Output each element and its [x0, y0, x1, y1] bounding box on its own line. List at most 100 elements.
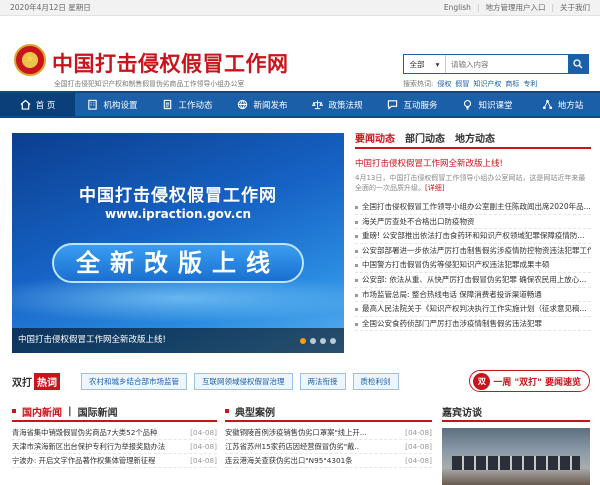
hot-label-2: 热词: [34, 372, 60, 390]
banner-caption[interactable]: 中国打击侵权假冒工作网全新改版上线!: [12, 328, 344, 353]
news-panel: 要闻动态 部门动态 地方动态 中国打击侵权假冒工作网全新改版上线! 4月13日，…: [355, 128, 591, 332]
hot-word[interactable]: 假冒: [455, 79, 469, 89]
weekly-digest-label: 一周 "双打" 要闻速览: [493, 377, 581, 388]
list-item[interactable]: 公安部: 依法从重、从快严厉打击假冒伪劣犯罪 确保农民用上放心...: [355, 273, 591, 288]
scales-icon: [312, 100, 324, 110]
about-us-link[interactable]: 关于我们: [560, 2, 590, 13]
main-nav: 首 页 机构设置 工作动态 新闻发布 政策法规 互动服务 知识课堂 地方站: [0, 91, 600, 118]
list-item[interactable]: 江苏省苏州15家药店因经营假冒伪劣"戴.. [04-08]: [225, 440, 432, 454]
hot-tag[interactable]: 两法衔接: [299, 372, 346, 390]
hot-words-heading: 双打 热词: [12, 372, 60, 390]
nav-local-sites[interactable]: 地方站: [525, 93, 600, 116]
divider: |: [68, 405, 72, 417]
summary-text: 4月13日，中国打击侵权假冒工作领导小组办公室网站，这是网站近年来最全面的一次品…: [355, 174, 586, 192]
item-title: 青海省集中销毁假冒伪劣商品7大类52个品种: [12, 428, 158, 437]
search-button[interactable]: [568, 55, 588, 73]
item-title: 宁波办: 开启文字作品著作权集体管理新征程: [12, 456, 156, 465]
local-admin-link[interactable]: 地方管理用户入口: [485, 2, 545, 13]
hot-word[interactable]: 侵权: [437, 79, 451, 89]
news-tabs: 要闻动态 部门动态 地方动态: [355, 128, 591, 149]
divider: |: [551, 3, 554, 12]
nav-home[interactable]: 首 页: [0, 93, 75, 116]
tab-international-news[interactable]: 国际新闻: [78, 404, 118, 419]
carousel-dot[interactable]: [300, 338, 306, 344]
nav-label: 地方站: [557, 100, 584, 111]
item-date: [04-08]: [405, 428, 432, 437]
cases-column: 典型案例 安徽铜陵首例涉疫销售伪劣口罩案"线上开... [04-08] 江苏省苏州…: [225, 402, 432, 468]
nav-label: 首 页: [35, 100, 56, 111]
hot-word[interactable]: 知识产权: [473, 79, 501, 89]
list-item[interactable]: 青海省集中销毁假冒伪劣商品7大类52个品种 [04-08]: [12, 426, 217, 440]
list-item[interactable]: 重磅! 公安部推出依法打击食药环和知识产权领域犯罪保障疫情防...: [355, 229, 591, 244]
news-headline[interactable]: 中国打击侵权假冒工作网全新改版上线!: [355, 157, 591, 169]
search-box: 全部 ▾: [403, 54, 589, 74]
site-subtitle: 全国打击侵犯知识产权和制售假冒伪劣商品工作领导小组办公室: [54, 80, 245, 88]
nav-label: 机构设置: [103, 100, 138, 111]
nav-work-news[interactable]: 工作动态: [150, 93, 225, 116]
search-scope-select[interactable]: 全部 ▾: [404, 55, 446, 73]
english-link[interactable]: English: [444, 3, 471, 12]
list-item[interactable]: 宁波办: 开启文字作品著作权集体管理新征程 [04-08]: [12, 454, 217, 468]
nav-organization[interactable]: 机构设置: [75, 93, 150, 116]
top-bar: 2020年4月12日 星期日 English | 地方管理用户入口 | 关于我们: [0, 0, 600, 16]
search-scope-value: 全部: [409, 59, 425, 69]
column-header: 嘉宾访谈: [442, 402, 590, 422]
item-title: 安徽铜陵首例涉疫销售伪劣口罩案"线上开...: [225, 428, 367, 437]
cases-list: 安徽铜陵首例涉疫销售伪劣口罩案"线上开... [04-08] 江苏省苏州15家药店…: [225, 426, 432, 468]
carousel-dot[interactable]: [310, 338, 316, 344]
domestic-news-column: 国内新闻 | 国际新闻 青海省集中销毁假冒伪劣商品7大类52个品种 [04-08]…: [12, 402, 217, 468]
news-summary: 4月13日，中国打击侵权假冒工作领导小组办公室网站，这是网站近年来最全面的一次品…: [355, 173, 591, 193]
hot-words-label: 搜索热词:: [403, 80, 434, 88]
news-list: 青海省集中销毁假冒伪劣商品7大类52个品种 [04-08] 天津市滨海新区出台保护…: [12, 426, 217, 468]
tab-top-news[interactable]: 要闻动态: [355, 130, 395, 145]
cases-title[interactable]: 典型案例: [235, 404, 275, 419]
list-item[interactable]: 全国公安食药侦部门严厉打击涉疫情制售假劣违法犯罪: [355, 317, 591, 332]
banner-carousel[interactable]: 中国打击侵权假冒工作网 www.ipraction.gov.cn 全新改版上线 …: [12, 133, 344, 353]
bottom-section: 国内新闻 | 国际新闻 青海省集中销毁假冒伪劣商品7大类52个品种 [04-08]…: [0, 402, 600, 485]
hot-word[interactable]: 专利: [523, 79, 537, 89]
item-title: 连云港海关查获伪劣出口"N95"4301条: [225, 456, 353, 465]
hot-tag[interactable]: 互联网领域侵权假冒治理: [194, 372, 293, 390]
nav-label: 政策法规: [328, 100, 363, 111]
guest-interview-column: 嘉宾访谈: [442, 402, 590, 485]
list-item[interactable]: 公安部部署进一步依法严厉打击制售假劣涉疫情防控物资违法犯罪工作: [355, 244, 591, 259]
carousel-dot[interactable]: [320, 338, 326, 344]
national-emblem-icon: [14, 44, 46, 76]
hot-tag[interactable]: 农村和城乡结合部市场监管: [81, 372, 187, 390]
hot-word[interactable]: 商标: [505, 79, 519, 89]
building-icon: [88, 99, 98, 110]
list-item[interactable]: 中国警方打击假冒伪劣等侵犯知识产权违法犯罪成果丰硕: [355, 258, 591, 273]
column-header: 国内新闻 | 国际新闻: [12, 402, 217, 422]
list-item[interactable]: 全国打击侵权假冒工作领导小组办公室副主任陈政闻出席2020年品...: [355, 200, 591, 215]
list-item[interactable]: 安徽铜陵首例涉疫销售伪劣口罩案"线上开... [04-08]: [225, 426, 432, 440]
hot-tag[interactable]: 质检利剑: [352, 372, 399, 390]
nav-knowledge[interactable]: 知识课堂: [450, 93, 525, 116]
tab-local-news[interactable]: 地方动态: [455, 130, 495, 145]
chat-icon: [388, 100, 398, 110]
details-link[interactable]: [详细]: [425, 184, 444, 192]
interview-title[interactable]: 嘉宾访谈: [442, 404, 482, 419]
site-title[interactable]: 中国打击侵权假冒工作网: [52, 48, 289, 78]
item-date: [04-08]: [190, 442, 217, 451]
hot-label-1: 双打: [12, 377, 32, 389]
nav-interaction[interactable]: 互动服务: [375, 93, 450, 116]
carousel-dot[interactable]: [330, 338, 336, 344]
list-item[interactable]: 最高人民法院关于《知识产权判决执行工作实施计划（征求意见稿...: [355, 302, 591, 317]
tab-domestic-news[interactable]: 国内新闻: [22, 404, 62, 419]
search-hot-words: 搜索热词: 侵权 假冒 知识产权 商标 专利: [403, 79, 537, 89]
nav-press-release[interactable]: 新闻发布: [225, 93, 300, 116]
item-title: 天津市滨海新区出台保护专利行为举报奖励办法: [12, 442, 166, 451]
weekly-digest-button[interactable]: 双 一周 "双打" 要闻速览: [469, 370, 590, 392]
nav-label: 新闻发布: [253, 100, 288, 111]
list-item[interactable]: 海关严厉查处不合格出口防疫物资: [355, 215, 591, 230]
list-item[interactable]: 连云港海关查获伪劣出口"N95"4301条 [04-08]: [225, 454, 432, 468]
list-item[interactable]: 市场监管总局: 整合热线电话 保障消费者投诉渠道畅通: [355, 288, 591, 303]
tab-department-news[interactable]: 部门动态: [405, 130, 445, 145]
bullet-icon: [225, 409, 229, 413]
nav-policy[interactable]: 政策法规: [300, 93, 375, 116]
interview-photo[interactable]: [442, 428, 590, 485]
list-item[interactable]: 天津市滨海新区出台保护专利行为举报奖励办法 [04-08]: [12, 440, 217, 454]
bullet-icon: [12, 409, 16, 413]
search-input[interactable]: [446, 55, 568, 73]
news-list: 全国打击侵权假冒工作领导小组办公室副主任陈政闻出席2020年品... 海关严厉查…: [355, 200, 591, 332]
